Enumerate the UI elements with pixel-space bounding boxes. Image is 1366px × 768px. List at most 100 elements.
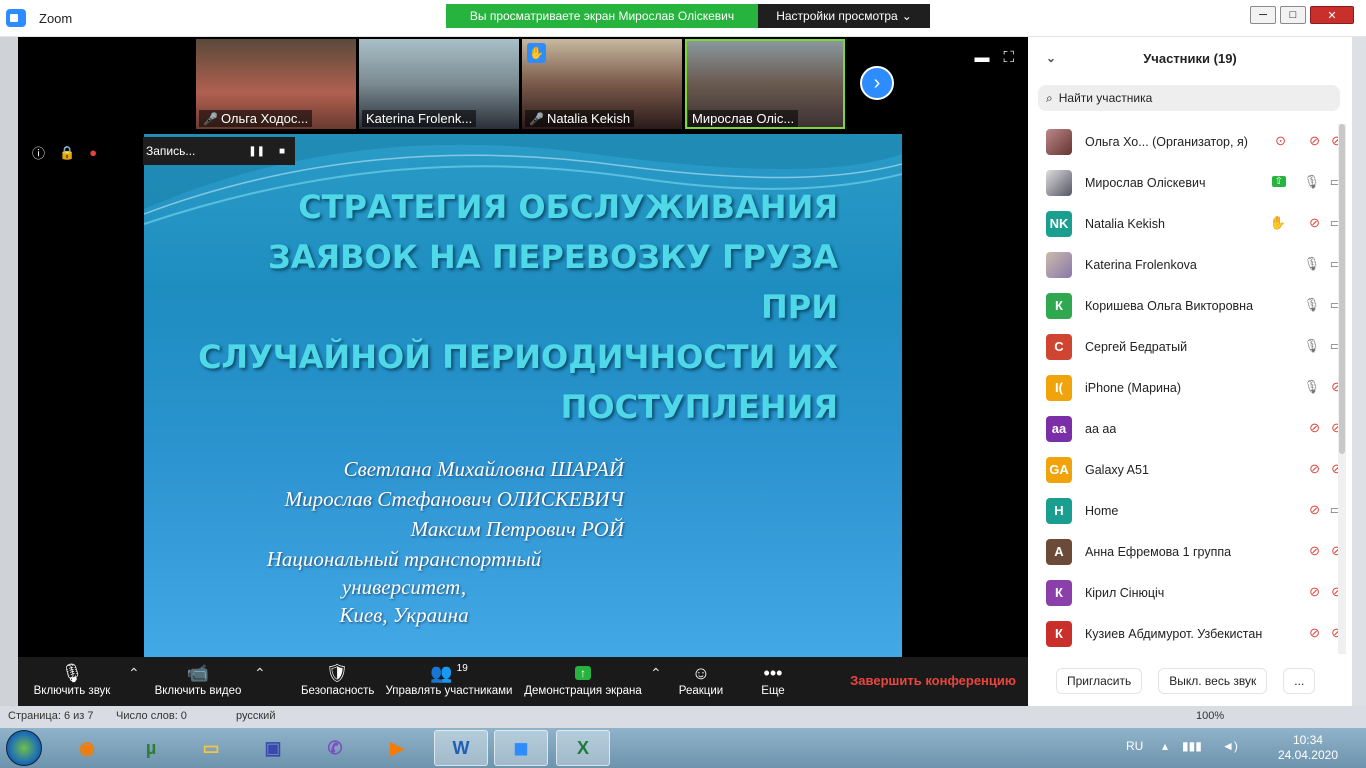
zoom-icon[interactable]: ◼: [494, 730, 548, 766]
manage-participants-button[interactable]: 👥 19 Управлять участниками: [382, 661, 516, 698]
search-placeholder: Найти участника: [1058, 91, 1153, 105]
participant-row[interactable]: I(iPhone (Марина) 🎙 ⊘: [1028, 367, 1342, 408]
mic-muted-icon[interactable]: ⊘: [1309, 461, 1320, 477]
mic-muted-icon[interactable]: ⊘: [1309, 543, 1320, 559]
participant-row[interactable]: NK Natalia Kekish ✋ ⊘ ▭: [1028, 203, 1342, 244]
invite-button[interactable]: Пригласить: [1056, 668, 1143, 694]
participants-scrollbar[interactable]: [1338, 124, 1346, 654]
minimize-button[interactable]: ─: [1250, 6, 1276, 24]
share-options-chevron-icon[interactable]: ⌃: [650, 665, 662, 682]
video-options-chevron-icon[interactable]: ⌃: [254, 665, 266, 682]
tray-arrow-icon[interactable]: ▴: [1162, 739, 1168, 753]
avatar: H: [1046, 497, 1072, 524]
mic-icon[interactable]: 🎙: [1303, 338, 1320, 354]
stop-icon[interactable]: ■: [279, 146, 285, 157]
participant-name: Сергей Бедратый: [1085, 339, 1188, 354]
shared-screen-slide: СТРАТЕГИЯ ОБСЛУЖИВАНИЯ ЗАЯВОК НА ПЕРЕВОЗ…: [144, 134, 902, 657]
mic-muted-icon[interactable]: ⊘: [1309, 625, 1320, 641]
maximize-button[interactable]: □: [1280, 6, 1306, 24]
thumbnail-0[interactable]: 🎤 Ольга Ходос...: [196, 39, 356, 129]
thumbnail-label: Katerina Frolenk...: [362, 110, 477, 127]
participant-row[interactable]: Мирослав Оліскевич ⇧ 🎙 ▭: [1028, 162, 1342, 203]
start-video-button[interactable]: 📹 Включить видео: [150, 661, 246, 698]
participant-name: Кузиев Абдимурот. Узбекистан: [1085, 626, 1263, 641]
security-button[interactable]: 🛡 Безопасность: [301, 661, 374, 698]
word-icon[interactable]: W: [434, 730, 488, 766]
avatar: GA: [1046, 456, 1072, 483]
mic-icon[interactable]: 🎙: [1303, 174, 1320, 190]
record-dot-icon: ●: [89, 145, 98, 160]
mic-muted-icon[interactable]: ⊘: [1309, 215, 1320, 231]
volume-icon[interactable]: ◄): [1222, 739, 1238, 753]
unmute-button[interactable]: 🎙 Включить звук: [27, 661, 117, 698]
thumbnail-1[interactable]: Katerina Frolenk...: [359, 39, 519, 129]
mic-muted-icon[interactable]: ⊘: [1309, 584, 1320, 600]
mic-icon[interactable]: 🎙: [1303, 256, 1320, 272]
utorrent-icon[interactable]: µ: [124, 730, 178, 766]
view-settings-button[interactable]: Настройки просмотра ⌄: [758, 4, 930, 28]
reactions-label: Реакции: [678, 685, 724, 697]
slide-title-line: ПОСТУПЛЕНИЯ: [560, 388, 838, 426]
recording-bar: Запись... ❚❚ ■: [143, 137, 295, 165]
institution-line: Киев, Украина: [339, 603, 469, 627]
folder-icon[interactable]: ▭: [184, 730, 238, 766]
slide-title: СТРАТЕГИЯ ОБСЛУЖИВАНИЯ ЗАЯВОК НА ПЕРЕВОЗ…: [198, 182, 838, 432]
close-button[interactable]: ✕: [1310, 6, 1354, 24]
participant-name: Katerina Frolenkova: [1085, 257, 1197, 272]
clock[interactable]: 10:34 24.04.2020: [1278, 733, 1338, 763]
participant-search-input[interactable]: ⌕ Найти участника: [1038, 85, 1340, 111]
avatar: [1046, 169, 1072, 196]
windows-taskbar: ◉ µ ▭ ▣ ✆ ▶ W ◼ X RU ▴ ▮▮▮ ◄) 10:34 24.0…: [0, 728, 1366, 768]
slide-title-line: СЛУЧАЙНОЙ ПЕРИОДИЧНОСТИ ИХ: [198, 338, 838, 376]
layout-icon[interactable]: ▬: [974, 49, 989, 66]
participant-row[interactable]: H Home ⊘ ▭: [1028, 490, 1342, 531]
participant-row[interactable]: С Сергей Бедратый 🎙 ▭: [1028, 326, 1342, 367]
share-screen-button[interactable]: ↑ Демонстрация экрана: [521, 661, 645, 697]
participant-row[interactable]: К Коришева Ольга Викторовна 🎙 ▭: [1028, 285, 1342, 326]
participant-row[interactable]: Ольга Хо... (Организатор, я) ⊙ ⊘ ⊘: [1028, 121, 1342, 162]
save-floppy-icon[interactable]: ▣: [246, 730, 300, 766]
pause-icon[interactable]: ❚❚: [248, 146, 265, 157]
participant-name: Natalia Kekish: [1085, 216, 1165, 231]
media-player-icon[interactable]: ▶: [370, 730, 424, 766]
reactions-button[interactable]: ☺ Реакции: [676, 661, 726, 698]
audio-options-chevron-icon[interactable]: ⌃: [128, 665, 140, 682]
mute-all-button[interactable]: Выкл. весь звук: [1158, 668, 1268, 694]
thumbnail-3[interactable]: Мирослав Оліс...: [685, 39, 845, 129]
share-screen-icon: ↑: [521, 661, 645, 685]
word-language: русский: [236, 710, 276, 722]
end-meeting-button[interactable]: Завершить конференцию: [850, 673, 1016, 688]
mic-muted-icon[interactable]: ⊘: [1309, 420, 1320, 436]
info-icon[interactable]: ⓘ: [32, 143, 45, 162]
clock-date: 24.04.2020: [1277, 748, 1338, 762]
collapse-chevron-icon[interactable]: ⌄: [1046, 51, 1056, 65]
language-indicator[interactable]: RU: [1126, 739, 1143, 753]
firefox-icon[interactable]: ◉: [60, 730, 114, 766]
viber-icon[interactable]: ✆: [308, 730, 362, 766]
excel-icon[interactable]: X: [556, 730, 610, 766]
fullscreen-icon[interactable]: ⛶: [1003, 49, 1014, 66]
app-title: Zoom: [39, 11, 73, 26]
mic-icon[interactable]: 🎙: [1303, 297, 1320, 313]
shield-icon: 🛡: [325, 662, 349, 683]
thumbnail-2[interactable]: ✋ 🎤 Natalia Kekish: [522, 39, 682, 129]
start-button[interactable]: [6, 730, 42, 766]
mic-muted-icon[interactable]: ⊘: [1309, 502, 1320, 518]
mic-icon[interactable]: 🎙: [1303, 379, 1320, 395]
participant-row[interactable]: К Кірил Сінюціч ⊘ ⊘: [1028, 572, 1342, 613]
participant-row[interactable]: aa aa aa ⊘ ⊘: [1028, 408, 1342, 449]
next-page-icon[interactable]: ›: [860, 66, 894, 100]
participant-row[interactable]: К Кузиев Абдимурот. Узбекистан ⊘ ⊘: [1028, 613, 1342, 654]
meeting-area: 🎤 Ольга Ходос... Katerina Frolenk... ✋ 🎤 N…: [18, 37, 1028, 657]
more-button[interactable]: ••• Еще: [756, 661, 790, 698]
mic-muted-icon[interactable]: ⊘: [1309, 133, 1320, 149]
participant-row[interactable]: А Анна Ефремова 1 группа ⊘ ⊘: [1028, 531, 1342, 572]
share-screen-label: Демонстрация экрана: [524, 685, 642, 697]
avatar: С: [1046, 333, 1072, 360]
scrollbar-thumb[interactable]: [1339, 124, 1345, 454]
system-tray: RU ▴ ▮▮▮ ◄) 10:34 24.04.2020: [1126, 728, 1366, 768]
more-options-button[interactable]: ...: [1283, 668, 1316, 694]
participant-row[interactable]: Katerina Frolenkova 🎙 ▭: [1028, 244, 1342, 285]
network-icon[interactable]: ▮▮▮: [1182, 739, 1202, 753]
participant-row[interactable]: GA Galaxy A51 ⊘ ⊘: [1028, 449, 1342, 490]
